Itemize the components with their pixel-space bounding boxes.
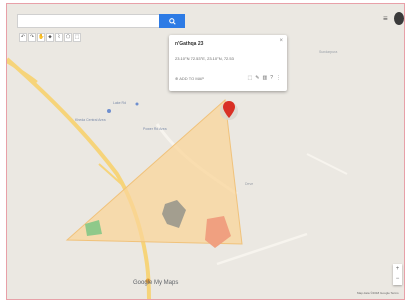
map-frame[interactable]: ↶ ↷ ✋ ⬥ ⌇ ⬠ ⬚ ≡ n'Gathqa 23 × 23.10°N 72…	[6, 3, 405, 300]
map-attribution[interactable]: Map data ©2018 Google Terms	[357, 291, 399, 295]
popup-title: n'Gathqa 23	[175, 41, 204, 47]
zoom-out-button[interactable]: −	[393, 274, 402, 284]
google-logo: Google My Maps	[133, 280, 179, 286]
search-button[interactable]	[159, 14, 185, 28]
info-popup: n'Gathqa 23 × 23.10°N 72.53°E, 23.10°N, …	[169, 35, 287, 91]
photo-icon[interactable]: ▥	[262, 75, 267, 81]
map-label: Sundarpura	[319, 50, 338, 54]
poi-pin-icon	[135, 102, 139, 106]
map-label: Deve	[245, 182, 254, 186]
add-to-map-button[interactable]: ⊕ ADD TO MAP	[175, 76, 204, 81]
apps-menu-icon[interactable]: ≡	[383, 14, 388, 23]
popup-coordinates: 23.10°N 72.53°E, 23.10°N, 72.53	[175, 56, 234, 61]
popup-actions: ⬚ ✎ ▥ ? ⋮	[248, 75, 281, 81]
undo-icon[interactable]: ↶	[19, 33, 27, 42]
marker-tool-icon[interactable]: ⬥	[46, 33, 54, 42]
map-label: Lake Rd	[113, 101, 127, 105]
map-toolbar: ↶ ↷ ✋ ⬥ ⌇ ⬠ ⬚	[19, 33, 81, 43]
polygon-tool-icon[interactable]: ⬠	[64, 33, 72, 42]
more-icon[interactable]: ⋮	[276, 75, 281, 81]
measure-icon[interactable]: ⬚	[73, 33, 81, 42]
edit-icon[interactable]: ✎	[255, 75, 259, 81]
redo-icon[interactable]: ↷	[28, 33, 36, 42]
poi-pin-icon	[107, 109, 111, 113]
search-icon	[168, 17, 176, 25]
avatar[interactable]	[394, 12, 404, 25]
style-icon[interactable]: ⬚	[248, 75, 253, 81]
pan-icon[interactable]: ✋	[37, 33, 45, 42]
close-icon[interactable]: ×	[279, 38, 283, 44]
map-label: Kheda Central Area	[75, 118, 106, 122]
zoom-control: + −	[393, 264, 402, 285]
zoom-in-button[interactable]: +	[393, 264, 402, 274]
help-icon[interactable]: ?	[270, 75, 273, 81]
line-tool-icon[interactable]: ⌇	[55, 33, 63, 42]
map-label: Power Rd Area	[143, 127, 167, 131]
